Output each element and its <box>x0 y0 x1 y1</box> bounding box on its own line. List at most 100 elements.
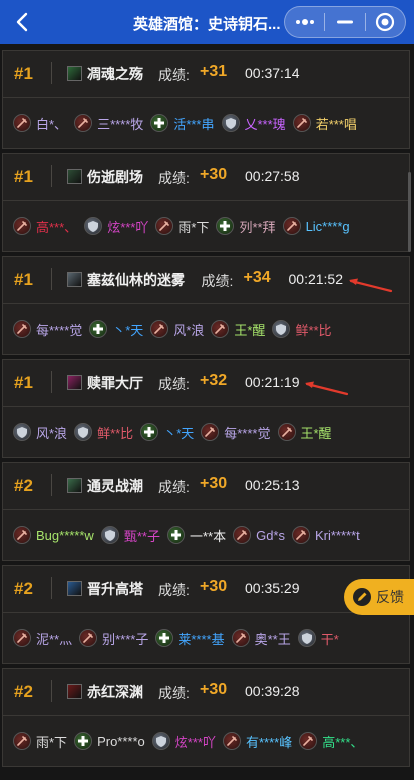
party-member[interactable]: 三****牧 <box>74 114 143 133</box>
dungeon-icon <box>67 581 82 596</box>
member-name: 泥**灬 <box>36 631 73 647</box>
score-label: 成绩: <box>158 479 190 495</box>
tank-role-icon <box>74 423 93 441</box>
party-member[interactable]: 雨*下 <box>155 217 209 236</box>
dungeon-name: 塞兹仙林的迷雾 <box>87 272 185 288</box>
rank-label: #1 <box>14 64 33 83</box>
rank-label: #1 <box>14 270 33 289</box>
run-card[interactable]: #2 赤红深渊 成绩: +30 00:39:28 雨*下 Pro****o 炫*… <box>2 668 410 767</box>
party-member[interactable]: 干* <box>297 629 339 648</box>
rank-label: #1 <box>14 373 33 392</box>
party-member[interactable]: 风*浪 <box>13 423 67 442</box>
tank-role-icon <box>151 732 170 750</box>
party-member[interactable]: 莱****基 <box>155 629 225 648</box>
run-card[interactable]: #2 通灵战潮 成绩: +30 00:25:13 Bug*****w 甄**子 … <box>2 462 410 561</box>
tank-role-icon <box>84 217 103 235</box>
run-card[interactable]: #1 塞兹仙林的迷雾 成绩: +34 00:21:52 每****觉 丶*天 风… <box>2 256 410 355</box>
party-member[interactable]: 白*、 <box>13 114 67 133</box>
party-member[interactable]: 高***、 <box>299 732 363 751</box>
target-circle-icon <box>376 12 395 32</box>
party-member[interactable]: 王*醒 <box>211 320 265 339</box>
dps-role-icon <box>292 114 311 132</box>
run-card[interactable]: #2 晋升高塔 成绩: +30 00:35:29 泥**灬 别****子 莱**… <box>2 565 410 664</box>
dungeon-name: 赎罪大厅 <box>87 375 143 391</box>
party-member[interactable]: 别****子 <box>79 629 148 648</box>
more-button[interactable] <box>285 7 324 37</box>
divider <box>51 577 52 599</box>
score-label: 成绩: <box>158 582 190 598</box>
party-member[interactable]: 每****觉 <box>201 423 271 442</box>
party-member[interactable]: 若***唱 <box>292 114 357 133</box>
dps-role-icon <box>233 526 252 544</box>
party-member[interactable]: 有****峰 <box>222 732 292 751</box>
party-member[interactable]: 奥**王 <box>231 629 291 648</box>
party-member[interactable]: 活***串 <box>150 114 215 133</box>
minimize-button[interactable] <box>325 7 364 37</box>
dps-role-icon <box>13 629 31 647</box>
party-member[interactable]: 炫***吖 <box>151 732 216 751</box>
rank-label: #2 <box>14 476 33 495</box>
party-member[interactable]: 乂***瑰 <box>221 114 286 133</box>
member-name: 炫***吖 <box>174 734 216 750</box>
member-name: 高***、 <box>322 734 364 750</box>
run-card[interactable]: #1 凋魂之殇 成绩: +31 00:37:14 白*、 三****牧 活***… <box>2 50 410 149</box>
run-card[interactable]: #1 伤逝剧场 成绩: +30 00:27:58 高***、 炫***吖 雨*下… <box>2 153 410 252</box>
member-name: 每****觉 <box>224 425 271 441</box>
member-name: 风*浪 <box>36 425 68 441</box>
dungeon-name: 凋魂之殇 <box>87 66 143 82</box>
dps-role-icon <box>201 423 220 441</box>
member-name: 雨*下 <box>36 734 68 750</box>
rank-label: #1 <box>14 167 33 186</box>
party-member[interactable]: 鲜**比 <box>74 423 133 442</box>
member-name: 三****牧 <box>97 116 144 132</box>
party-member[interactable]: 丶*天 <box>140 423 194 442</box>
party-member[interactable]: 泥**灬 <box>13 629 72 648</box>
party-member[interactable]: Kri*****t <box>291 526 360 544</box>
member-name: Lic****g <box>305 218 350 234</box>
party-member[interactable]: 列**拜 <box>216 217 276 236</box>
score-value: +34 <box>243 269 271 286</box>
party-member[interactable]: 炫***吖 <box>84 217 148 236</box>
member-name: 鲜**比 <box>97 425 134 441</box>
run-time: 00:35:29 <box>245 580 300 596</box>
dps-role-icon <box>155 217 174 235</box>
party-member[interactable]: 风*浪 <box>150 320 204 339</box>
party-members: 高***、 炫***吖 雨*下 列**拜 Lic****g <box>13 214 403 238</box>
scrollbar-thumb[interactable] <box>408 172 411 252</box>
tank-role-icon <box>297 629 316 647</box>
close-button[interactable] <box>366 7 405 37</box>
dps-role-icon <box>13 217 31 235</box>
back-button[interactable] <box>0 0 44 44</box>
divider <box>3 715 409 716</box>
dungeon-icon <box>67 478 82 493</box>
party-member[interactable]: Pro****o <box>74 732 145 750</box>
dps-role-icon <box>291 526 310 544</box>
member-name: 别****子 <box>102 631 149 647</box>
party-member[interactable]: 高***、 <box>13 217 77 236</box>
party-member[interactable]: 一**本 <box>166 526 226 545</box>
party-member[interactable]: 丶*天 <box>89 320 143 339</box>
party-member[interactable]: 甄**子 <box>100 526 160 545</box>
run-time: 00:27:58 <box>245 168 300 184</box>
healer-role-icon <box>166 526 185 544</box>
divider <box>51 62 52 84</box>
member-name: 白*、 <box>36 116 68 132</box>
minimize-icon <box>336 20 353 24</box>
more-dots-icon <box>295 19 314 25</box>
party-member[interactable]: Bug*****w <box>13 526 94 544</box>
party-member[interactable]: Gd*s <box>233 526 285 544</box>
party-member[interactable]: 鲜**比 <box>272 320 332 339</box>
party-member[interactable]: 王*醒 <box>277 423 332 442</box>
run-card[interactable]: #1 赎罪大厅 成绩: +32 00:21:19 风*浪 鲜**比 丶*天 每*… <box>2 359 410 458</box>
dps-role-icon <box>282 217 301 235</box>
party-member[interactable]: 雨*下 <box>13 732 67 751</box>
member-name: Gd*s <box>256 527 285 543</box>
divider <box>3 200 409 201</box>
divider <box>3 509 409 510</box>
feedback-button[interactable]: 反馈 <box>344 579 414 615</box>
rank-label: #2 <box>14 682 33 701</box>
dungeon-icon <box>67 66 82 81</box>
run-time: 00:21:19 <box>245 374 300 390</box>
party-member[interactable]: Lic****g <box>282 217 350 235</box>
party-member[interactable]: 每****觉 <box>13 320 82 339</box>
